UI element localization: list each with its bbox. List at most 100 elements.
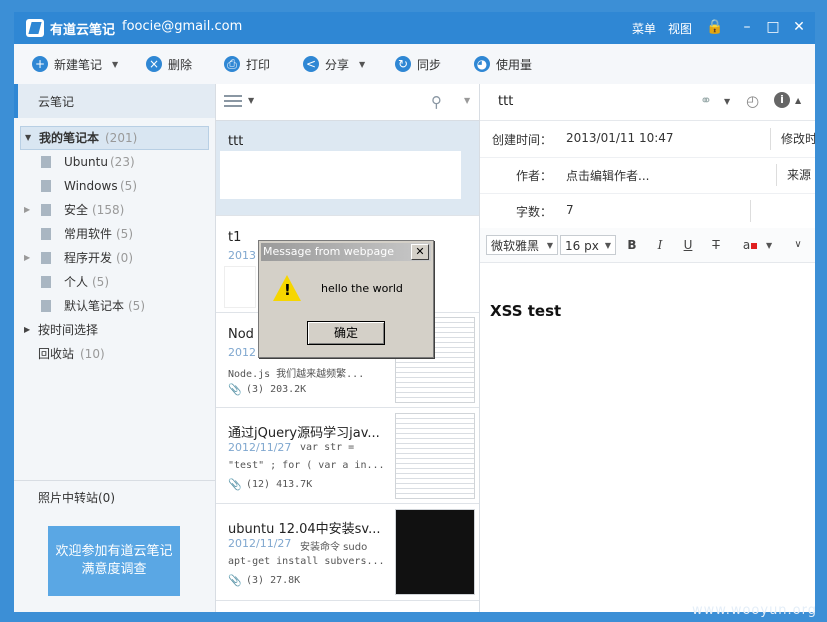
chevron-down-icon[interactable]: ▼ <box>359 60 365 69</box>
note-title: ubuntu 12.04中安装sv... <box>228 522 381 537</box>
font-size-select[interactable]: 16 px ▼ <box>560 235 616 255</box>
print-button[interactable]: ⎙ 打印 <box>224 54 270 74</box>
warning-mark: ! <box>284 281 291 299</box>
ok-button[interactable]: 确定 <box>307 321 385 345</box>
tree-item-default[interactable]: 默认笔记本 (5) <box>14 294 215 318</box>
chevron-down-icon: ▼ <box>604 241 611 250</box>
note-snippet: 安装命令 sudo <box>300 542 368 553</box>
note-title: 通过jQuery源码学习jav... <box>228 426 380 441</box>
tree-item-label: Ubuntu <box>64 155 108 169</box>
tree-item-count: (0) <box>116 251 133 265</box>
note-preview-blank <box>224 266 256 308</box>
sidebar-header[interactable]: 云笔记 <box>14 84 215 118</box>
author-field[interactable]: 点击编辑作者... <box>566 167 649 184</box>
dialog-title-text: Message from webpage <box>263 245 395 258</box>
expand-arrow-icon[interactable]: ▶ <box>24 318 30 342</box>
sync-button[interactable]: ↻ 同步 <box>395 54 441 74</box>
dialog-message: hello the world <box>321 282 403 295</box>
font-family-select[interactable]: 微软雅黑 ▼ <box>486 235 558 255</box>
delete-label: 删除 <box>168 57 193 72</box>
tree-item-count: (5) <box>116 227 133 241</box>
tree-item-windows[interactable]: Windows (5) <box>14 174 215 198</box>
tree-item-software[interactable]: 常用软件 (5) <box>14 222 215 246</box>
chevron-down-icon[interactable]: ▼ <box>724 97 730 106</box>
font-size-value: 16 px <box>565 239 599 253</box>
meta-created: 创建时间： 2013/01/11 10:47 修改时间 <box>480 121 815 158</box>
menu-link[interactable]: 菜单 <box>632 20 656 37</box>
survey-banner[interactable]: 欢迎参加有道云笔记 满意度调查 <box>48 526 180 596</box>
note-snippet: Node.js 我们越来越频繁... <box>228 369 365 380</box>
chevron-up-icon[interactable]: ▲ <box>795 96 801 105</box>
expand-arrow-icon[interactable]: ▼ <box>25 127 31 149</box>
account-email[interactable]: foocie@gmail.com <box>122 19 242 34</box>
expand-arrow-icon[interactable]: ▶ <box>24 246 30 270</box>
maximize-button[interactable]: □ <box>764 18 782 36</box>
minimize-button[interactable]: – <box>738 18 756 36</box>
tree-item-label: 常用软件 <box>64 227 113 241</box>
note-editor: ttt ⚭ ▼ ◴ i ▲ 创建时间： 2013/01/11 10:47 修改时… <box>480 84 815 612</box>
tree-item-count: (158) <box>92 203 125 217</box>
sync-label: 同步 <box>417 57 442 72</box>
dialog-close-button[interactable]: ✕ <box>411 244 429 260</box>
source-label: 来源 <box>776 164 811 186</box>
chevron-down-icon[interactable]: ▼ <box>766 241 772 250</box>
weibo-icon[interactable]: ⚭ <box>700 93 712 109</box>
attachment-icon: 📎 <box>228 574 242 587</box>
author-label: 作者： <box>515 169 552 183</box>
list-item[interactable]: ttt <box>216 121 479 216</box>
notebook-icon <box>41 228 51 240</box>
list-view-icon[interactable] <box>224 95 242 107</box>
notebook-icon <box>41 252 51 264</box>
chevron-down-icon[interactable]: ▼ <box>464 96 470 105</box>
italic-button[interactable]: I <box>650 236 670 254</box>
history-icon[interactable]: ◴ <box>746 92 759 110</box>
sidebar-header-label: 云笔记 <box>38 95 75 109</box>
app-logo-icon <box>26 19 44 37</box>
info-icon[interactable]: i <box>774 92 790 108</box>
note-snippet: "test" ; for ( var a in... <box>228 460 385 471</box>
tree-item-by-time[interactable]: ▶ 按时间选择 <box>14 318 215 342</box>
list-item[interactable]: 通过jQuery源码学习jav... 2012/11/27 var str = … <box>216 408 479 504</box>
share-button[interactable]: < 分享 ▼ <box>303 54 365 74</box>
search-icon[interactable]: ⚲ <box>431 93 442 111</box>
delete-icon: × <box>146 56 162 72</box>
tree-item-trash[interactable]: 回收站 (10) <box>14 342 215 366</box>
tree-item-ubuntu[interactable]: Ubuntu (23) <box>14 150 215 174</box>
view-link[interactable]: 视图 <box>668 20 692 37</box>
note-title: Nod <box>228 327 254 342</box>
pie-chart-icon: ◕ <box>474 56 490 72</box>
meta-divider <box>750 200 761 222</box>
tree-item-label: 默认笔记本 <box>64 299 125 313</box>
sync-icon: ↻ <box>395 56 411 72</box>
photo-station[interactable]: 照片中转站(0) <box>14 480 215 513</box>
list-item[interactable]: ubuntu 12.04中安装sv... 2012/11/27 安装命令 sud… <box>216 504 479 601</box>
meta-author: 作者： 点击编辑作者... 来源 <box>480 157 815 194</box>
font-color-button[interactable]: a <box>740 236 760 254</box>
note-preview-blank <box>220 151 461 199</box>
note-list-toolbar: ▼ ⚲ ▼ <box>216 84 479 121</box>
strikethrough-button[interactable]: T <box>706 236 726 254</box>
notebook-tree: ▼ 我的笔记本 (201) Ubuntu (23) Windows (5) ▶ … <box>14 126 215 366</box>
new-note-button[interactable]: + 新建笔记 ▼ <box>32 54 118 74</box>
close-button[interactable]: ✕ <box>790 18 808 36</box>
editor-body-text[interactable]: XSS test <box>490 302 561 320</box>
tree-item-personal[interactable]: 个人 (5) <box>14 270 215 294</box>
notebook-icon <box>41 180 51 192</box>
usage-button[interactable]: ◕ 使用量 <box>474 54 532 74</box>
tree-item-label: 回收站 <box>38 347 75 361</box>
delete-button[interactable]: × 删除 <box>146 54 192 74</box>
color-swatch <box>751 243 758 249</box>
more-options-icon[interactable]: ∨ <box>788 236 808 254</box>
tree-item-count: (5) <box>128 299 145 313</box>
chevron-down-icon[interactable]: ▼ <box>248 96 254 105</box>
lock-icon[interactable]: 🔒 <box>706 18 724 36</box>
note-title-field[interactable]: ttt <box>498 94 513 109</box>
tree-item-programming[interactable]: ▶ 程序开发 (0) <box>14 246 215 270</box>
tree-item-security[interactable]: ▶ 安全 (158) <box>14 198 215 222</box>
tree-item-my-notebooks[interactable]: ▼ 我的笔记本 (201) <box>20 126 209 150</box>
tree-item-count: (5) <box>92 275 109 289</box>
chevron-down-icon[interactable]: ▼ <box>112 60 118 69</box>
underline-button[interactable]: U <box>678 236 698 254</box>
bold-button[interactable]: B <box>622 236 642 254</box>
expand-arrow-icon[interactable]: ▶ <box>24 198 30 222</box>
